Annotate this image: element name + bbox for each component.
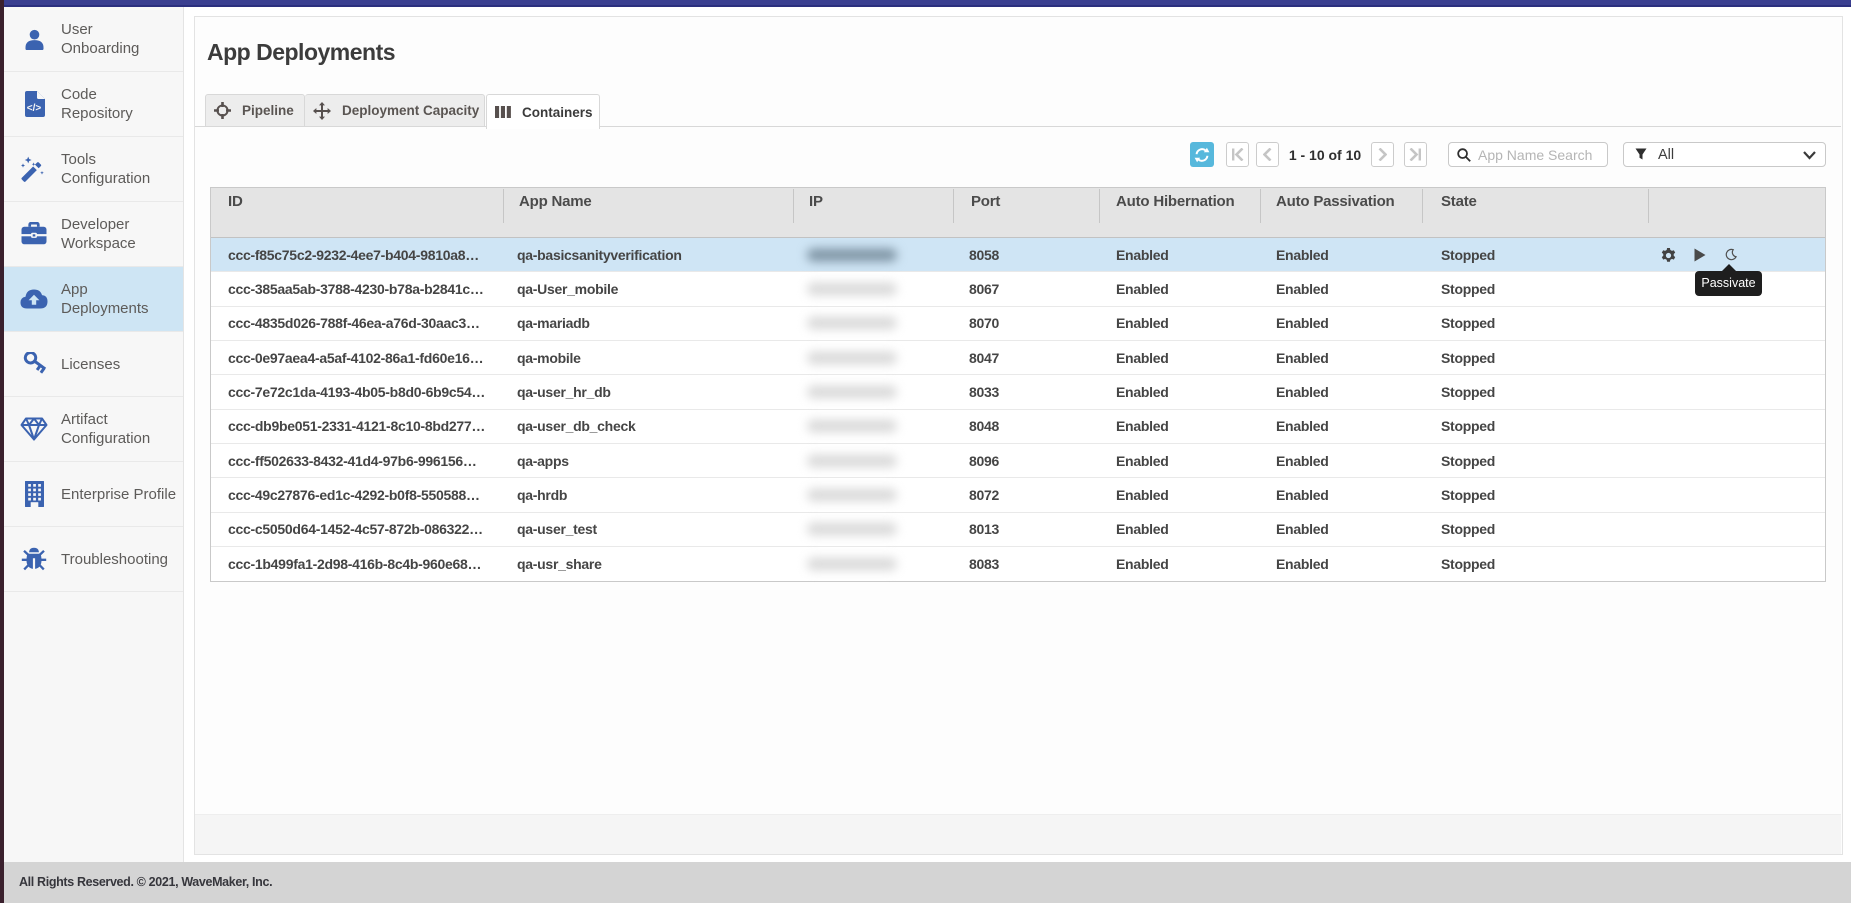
- svg-text:</>: </>: [27, 103, 42, 114]
